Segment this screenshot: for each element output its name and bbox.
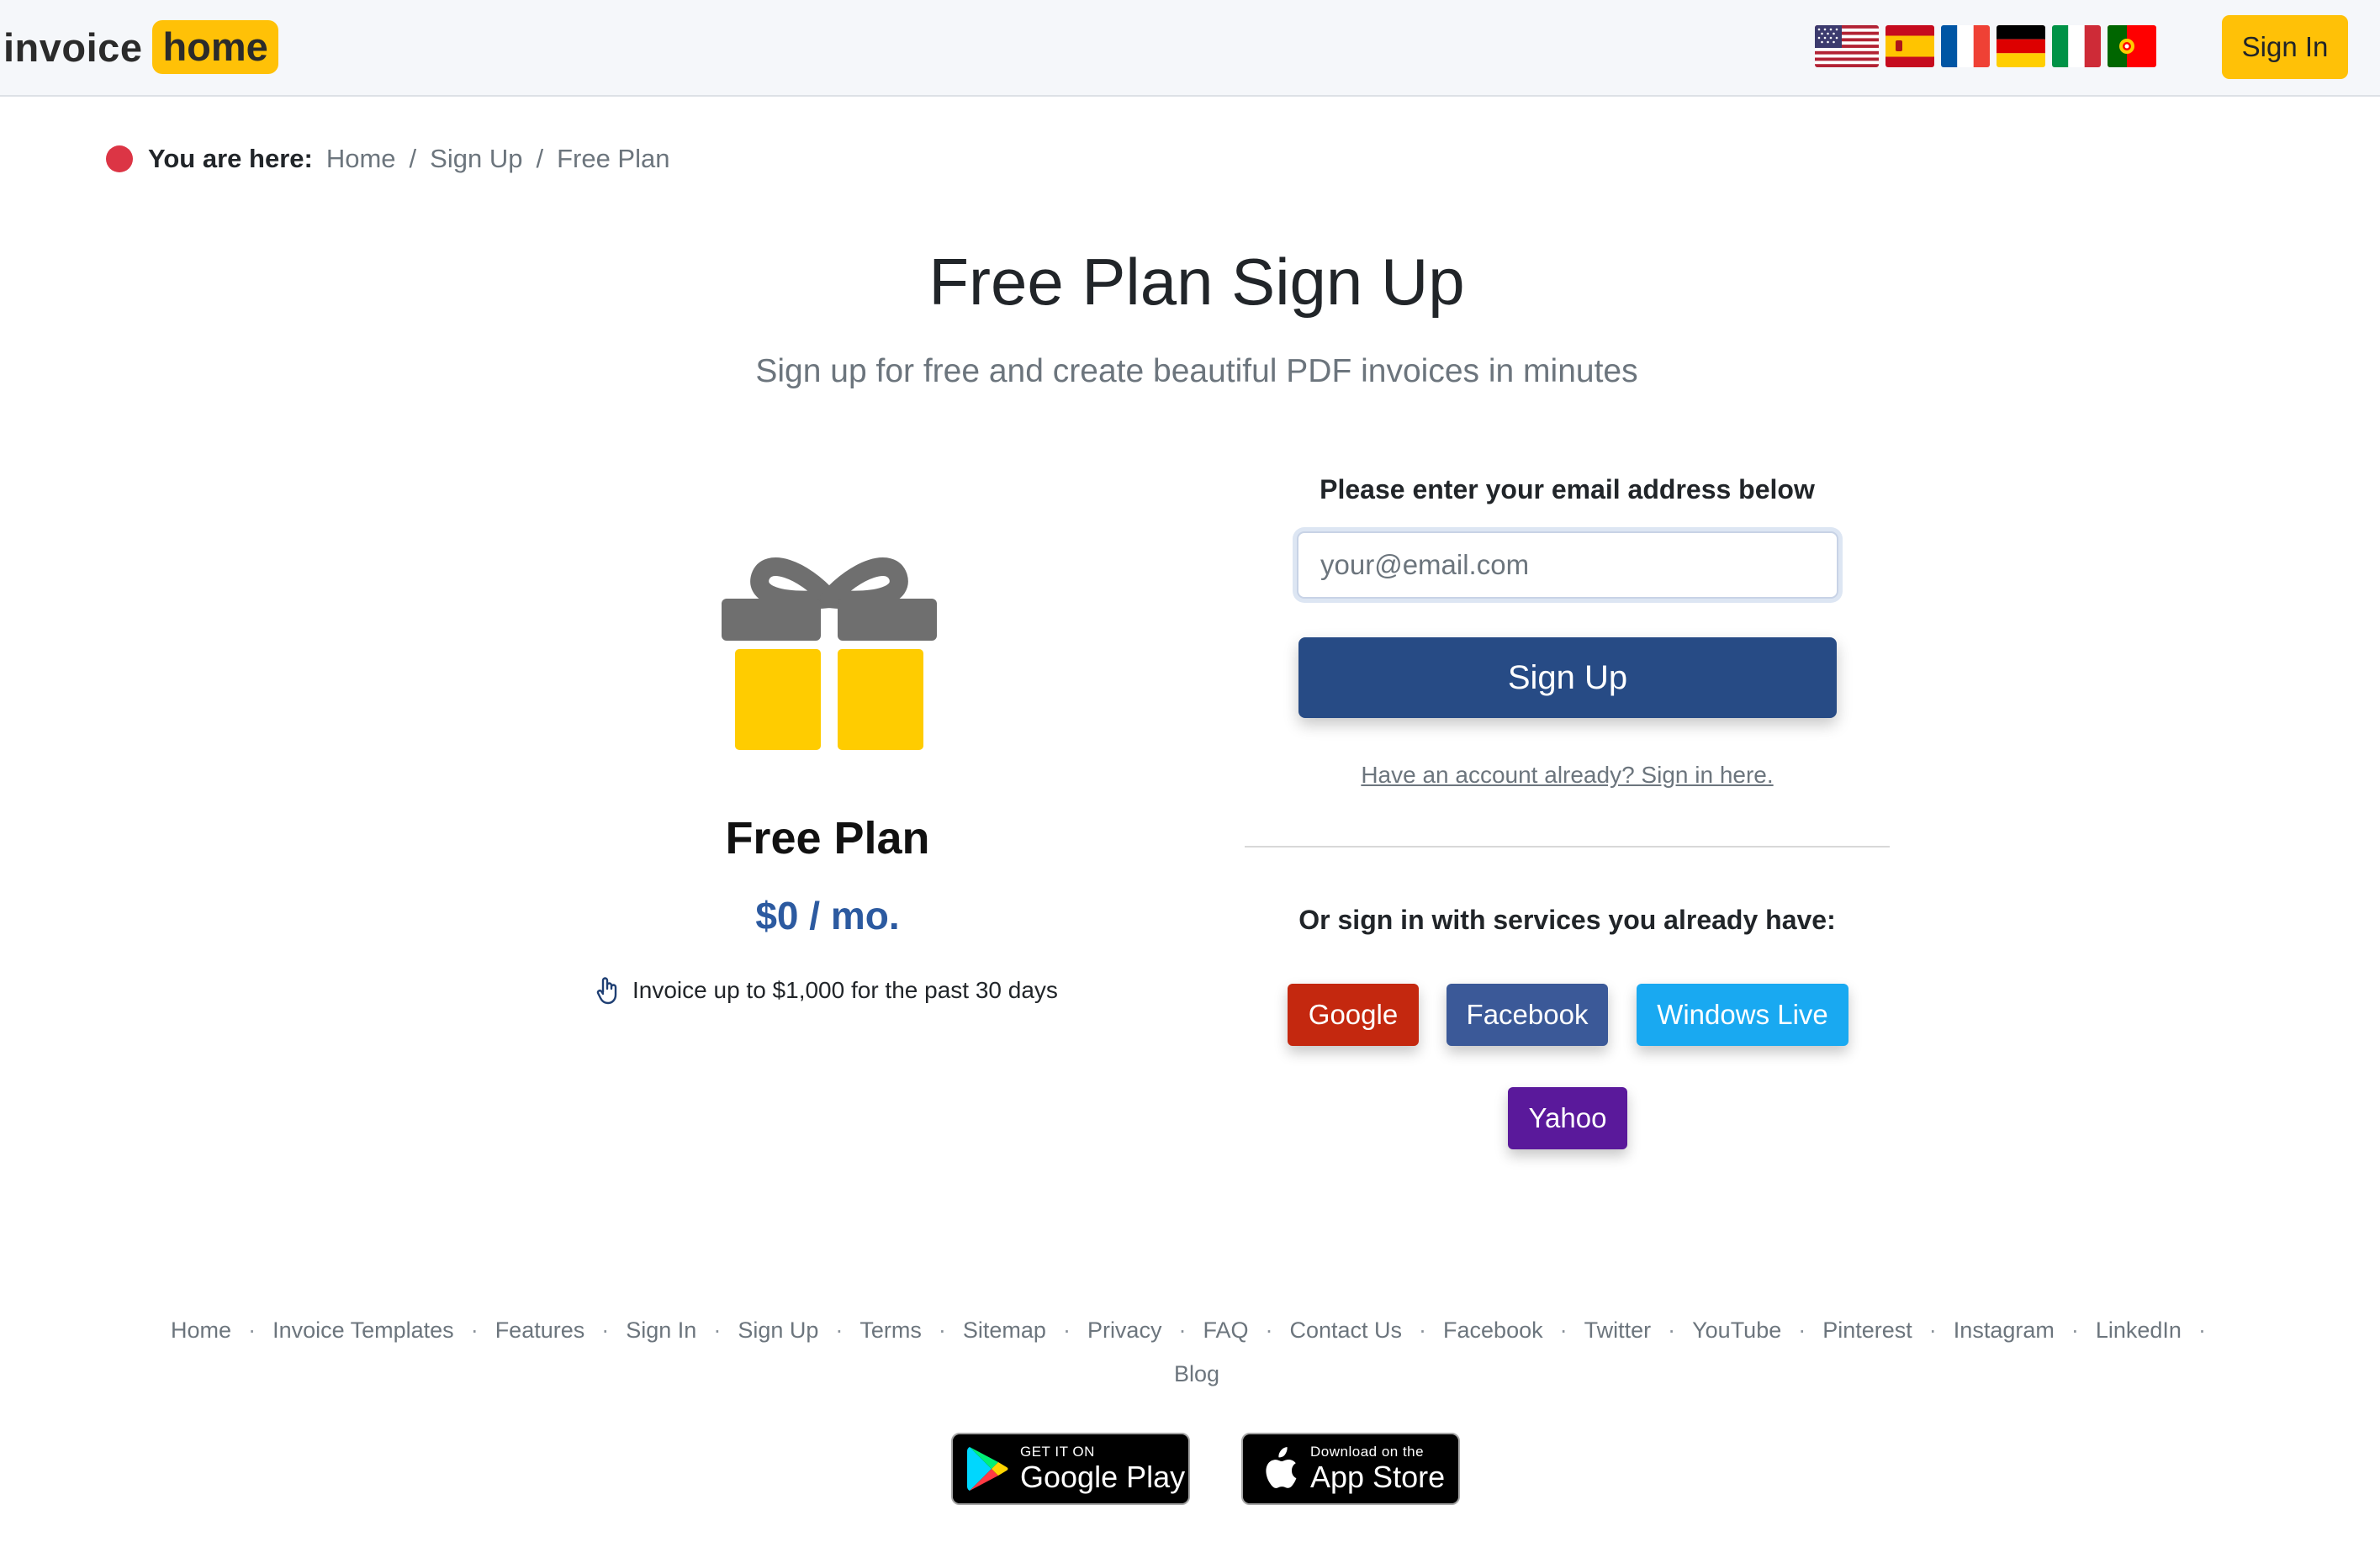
footer-separator: · [248, 1318, 257, 1343]
logo-text-home: home [152, 20, 278, 74]
footer-link-contact-us[interactable]: Contact Us [1289, 1318, 1402, 1343]
divider [1245, 846, 1890, 848]
footer-separator: · [2198, 1318, 2206, 1343]
footer-link-sign-in[interactable]: Sign In [626, 1318, 696, 1343]
hand-pointer-icon [596, 977, 617, 1005]
google-play-badge[interactable]: GET IT ON Google Play [951, 1433, 1190, 1505]
footer-separator: · [1559, 1318, 1568, 1343]
page-title: Free Plan Sign Up [928, 245, 1465, 319]
plan-feature: Invoice up to $1,000 for the past 30 day… [595, 975, 1058, 1006]
google-play-small-text: GET IT ON [1020, 1444, 1095, 1460]
gift-icon [722, 557, 937, 750]
spain-flag[interactable] [1885, 25, 1934, 67]
footer-separator: · [1062, 1318, 1071, 1343]
windows-live-signin-button[interactable]: Windows Live [1637, 984, 1848, 1046]
page-subtitle: Sign up for free and create beautiful PD… [755, 353, 1638, 389]
footer-separator: · [601, 1318, 610, 1343]
breadcrumb-current: Free Plan [557, 144, 670, 173]
footer-link-facebook[interactable]: Facebook [1443, 1318, 1543, 1343]
sign-in-button[interactable]: Sign In [2222, 15, 2348, 79]
sign-up-button[interactable]: Sign Up [1298, 637, 1837, 718]
footer-link-instagram[interactable]: Instagram [1954, 1318, 2055, 1343]
language-flags [1815, 25, 2156, 67]
portugal-flag[interactable] [2108, 25, 2156, 67]
footer-separator: · [2071, 1318, 2079, 1343]
breadcrumb-signup-link[interactable]: Sign Up [430, 144, 522, 174]
footer-separator: · [470, 1318, 479, 1343]
plan-feature-text: Invoice up to $1,000 for the past 30 day… [632, 977, 1058, 1003]
sign-in-here-link[interactable]: Have an account already? Sign in here. [1245, 762, 1890, 789]
footer-link-pinterest[interactable]: Pinterest [1822, 1318, 1912, 1343]
france-flag[interactable] [1941, 25, 1990, 67]
breadcrumb-separator: / [536, 144, 544, 173]
app-store-badge[interactable]: Download on the App Store [1241, 1433, 1460, 1505]
footer-separator: · [1928, 1318, 1937, 1343]
footer-link-terms[interactable]: Terms [859, 1318, 922, 1343]
us-flag[interactable] [1815, 25, 1879, 67]
footer-link-blog[interactable]: Blog [1174, 1361, 1219, 1386]
footer-separator: · [1668, 1318, 1676, 1343]
yahoo-signin-button[interactable]: Yahoo [1508, 1087, 1627, 1149]
footer-link-privacy[interactable]: Privacy [1087, 1318, 1162, 1343]
app-store-small-text: Download on the [1310, 1444, 1425, 1460]
breadcrumb-separator: / [409, 144, 417, 173]
location-dot-icon [106, 145, 133, 172]
social-signin-label: Or sign in with services you already hav… [1298, 905, 1836, 935]
breadcrumb-label: You are here: [148, 144, 313, 173]
footer-link-features[interactable]: Features [495, 1318, 585, 1343]
plan-price: $0 / mo. [755, 894, 900, 937]
footer-links: Home · Invoice Templates · Features · Sign In ·… [151, 1308, 2242, 1396]
footer-link-invoice-templates[interactable]: Invoice Templates [272, 1318, 454, 1343]
google-play-big-text: Google Play [1020, 1460, 1186, 1494]
footer-separator: · [1178, 1318, 1187, 1343]
top-navbar: invoice home Sign In [0, 0, 2380, 97]
germany-flag[interactable] [1997, 25, 2045, 67]
google-play-text: GET IT ON Google Play [1020, 1444, 1185, 1494]
plan-name: Free Plan [725, 813, 930, 863]
footer-separator: · [938, 1318, 946, 1343]
italy-flag[interactable] [2052, 25, 2101, 67]
breadcrumb-home-link[interactable]: Home [326, 144, 396, 174]
google-play-icon [967, 1447, 1008, 1491]
footer-link-twitter[interactable]: Twitter [1584, 1318, 1652, 1343]
google-signin-button[interactable]: Google [1288, 984, 1419, 1046]
facebook-signin-button[interactable]: Facebook [1447, 984, 1608, 1046]
invoice-home-logo[interactable]: invoice home [3, 20, 278, 74]
apple-icon [1266, 1447, 1297, 1488]
breadcrumb: You are here: Home / Sign Up / Free Plan [106, 140, 669, 178]
email-prompt-label: Please enter your email address below [1320, 474, 1815, 504]
footer-link-youtube[interactable]: YouTube [1692, 1318, 1781, 1343]
footer-separator: · [1798, 1318, 1806, 1343]
footer-separator: · [1265, 1318, 1273, 1343]
footer-link-linkedin[interactable]: LinkedIn [2096, 1318, 2182, 1343]
footer-link-faq[interactable]: FAQ [1203, 1318, 1248, 1343]
footer-separator: · [713, 1318, 722, 1343]
footer-separator: · [835, 1318, 844, 1343]
footer-link-home[interactable]: Home [171, 1318, 231, 1343]
logo-text-invoice: invoice [3, 24, 143, 70]
app-store-big-text: App Store [1310, 1460, 1446, 1494]
email-input[interactable] [1297, 531, 1838, 599]
footer-separator: · [1419, 1318, 1427, 1343]
app-store-text: Download on the App Store [1310, 1444, 1445, 1494]
footer-link-sitemap[interactable]: Sitemap [963, 1318, 1046, 1343]
footer-link-sign-up[interactable]: Sign Up [738, 1318, 818, 1343]
